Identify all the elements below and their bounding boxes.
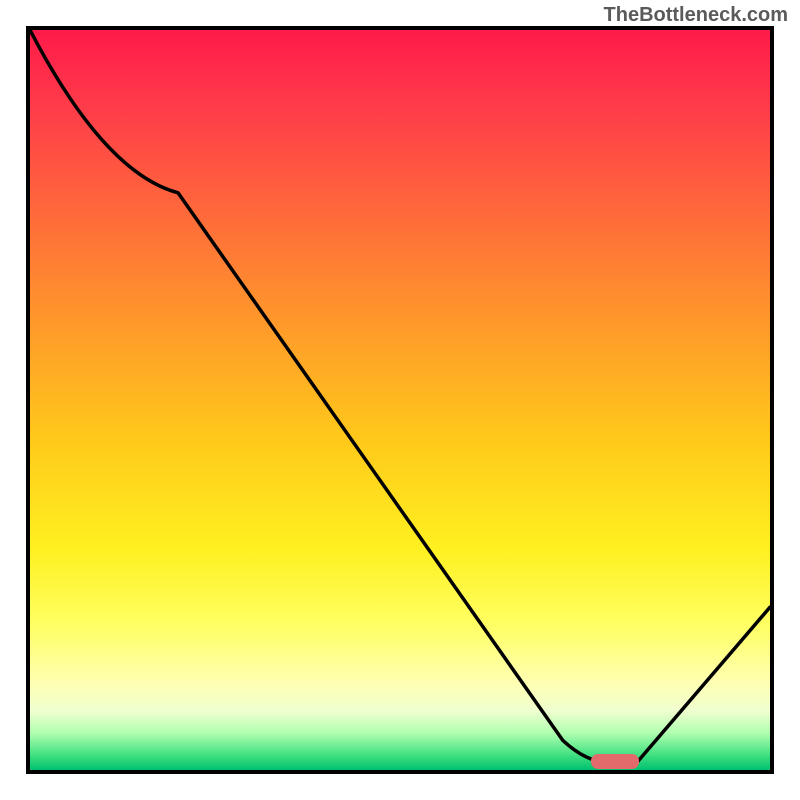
watermark-text: TheBottleneck.com xyxy=(604,4,788,27)
chart-plot-area xyxy=(26,26,774,774)
optimum-marker xyxy=(591,754,639,769)
chart-curve xyxy=(30,30,770,770)
curve-line xyxy=(30,30,770,763)
